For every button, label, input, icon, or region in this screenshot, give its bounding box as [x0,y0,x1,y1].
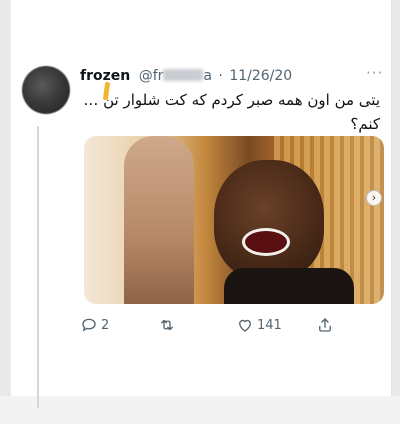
media-shirt [224,268,354,304]
handle-suffix: a [203,68,212,84]
heart-icon [239,319,251,332]
retweet-button[interactable] [158,314,179,336]
media-raised-arm [124,136,194,304]
like-count: 141 [257,317,282,333]
media-face [214,160,324,280]
tweet-date[interactable]: 11/26/20 [229,68,292,84]
reply-button[interactable]: 2 [80,314,109,336]
handle-prefix: @fr [138,68,164,84]
frame-divider [10,0,11,396]
tweet-text: یتی من اون همه صبر کردم که کت شلوار تن …… [83,91,380,133]
handle-redaction [163,69,204,81]
more-icon[interactable]: ··· [366,64,383,82]
thread-line [37,126,39,408]
reply-count: 2 [101,317,110,333]
share-button[interactable] [316,314,334,336]
tweet-header: frozen @fr a · 11/26/20 [80,66,380,86]
tweet-media[interactable] [84,136,384,304]
retweet-icon [161,319,173,331]
like-button[interactable]: 141 [236,314,282,336]
avatar[interactable] [22,66,70,114]
page-footer-band [0,396,400,424]
tweet-actions: 2 141 [80,314,360,336]
chevron-right-icon[interactable]: › [366,190,382,206]
header-separator: · [218,68,223,84]
share-icon [319,318,331,332]
user-handle[interactable]: @fr a [139,68,217,84]
reply-icon [82,318,96,332]
media-mouth [242,228,290,256]
